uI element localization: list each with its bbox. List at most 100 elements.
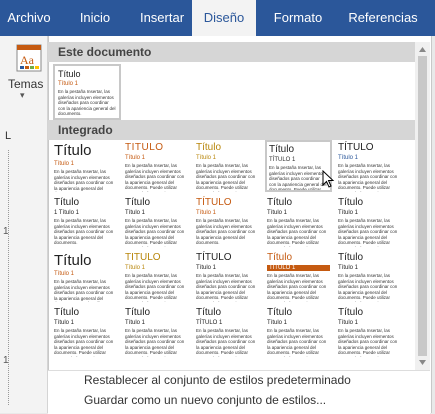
scroll-down-icon <box>419 360 426 365</box>
style-thumbnail[interactable]: Título Título 1 En la pestaña Insertar, la… <box>265 305 332 357</box>
style-heading: TÍTULO 1 <box>196 320 223 326</box>
style-body: En la pestaña Insertar, las galerías inc… <box>125 328 185 357</box>
themes-icon-text: Aa <box>20 53 35 67</box>
style-heading: Título 1 <box>267 320 288 326</box>
style-body: En la pestaña Insertar, las galerías inc… <box>125 218 185 247</box>
style-title: Título <box>196 142 222 153</box>
vertical-ruler <box>8 150 13 405</box>
style-thumbnail[interactable]: TÍTULO Título 1 En la pestaña Insertar, la… <box>194 195 261 247</box>
style-heading: Título 1 <box>338 320 359 326</box>
style-title: Título <box>125 197 151 208</box>
style-heading: Título 1 <box>54 271 75 277</box>
style-heading: 1 Título 1 <box>54 210 79 216</box>
style-title: Título <box>58 69 81 79</box>
style-title: TITULO <box>125 142 164 153</box>
style-heading: Título 1 <box>196 210 217 216</box>
style-heading: Título 1 <box>125 210 146 216</box>
style-title: Título <box>125 307 151 318</box>
scroll-up-icon <box>419 47 426 52</box>
style-body: En la pestaña Insertar, las galerías inc… <box>338 218 398 247</box>
style-thumbnail[interactable]: Título Título 1 En la pestaña Insertar, la… <box>336 195 403 247</box>
style-heading: TÍTULO 1 <box>269 157 296 163</box>
style-thumbnail[interactable]: Título Título 1 En la pestaña Insertar, la… <box>336 250 403 302</box>
style-heading: Título 1 <box>338 265 359 271</box>
themes-button-label[interactable]: Temas <box>8 77 43 91</box>
style-thumbnail[interactable]: TÍTULO Título 1 En la pestaña Insertar, la… <box>194 250 261 302</box>
style-title: Título <box>196 307 222 318</box>
style-heading: Título 1 <box>125 320 146 326</box>
style-body: En la pestaña Insertar, las galerías inc… <box>267 273 327 302</box>
style-thumbnail-current[interactable]: Título Título 1 En la pestaña Insertar, … <box>53 64 121 120</box>
style-heading: Título 1 <box>58 81 79 87</box>
style-thumbnail[interactable]: Título TÍTULO 1 En la pestaña Insertar, la… <box>194 305 261 357</box>
style-heading: TÍTULO 1 <box>267 265 330 271</box>
mouse-cursor-icon <box>322 169 336 193</box>
style-heading: Título 1 <box>125 155 146 161</box>
style-title: Título <box>269 144 295 155</box>
ruler-tab-marker[interactable]: L <box>5 130 11 142</box>
style-body: En la pestaña Insertar, las galerías inc… <box>54 328 114 357</box>
style-body: En la pestaña Insertar, las galerías inc… <box>267 328 327 357</box>
style-heading: Título 1 <box>196 155 217 161</box>
style-heading: Título 1 <box>54 161 75 167</box>
style-title: Título <box>267 307 293 318</box>
tab-inicio[interactable]: Inicio <box>72 0 118 36</box>
style-title: TÍTULO <box>196 197 232 208</box>
style-body: En la pestaña Insertar, las galerías inc… <box>196 163 256 192</box>
save-style-set-menu-item[interactable]: Guardar como un nuevo conjunto de estilo… <box>84 393 326 407</box>
style-body: En la pestaña Insertar, las galerías inc… <box>58 89 116 116</box>
style-thumbnail[interactable]: TITULO Título 1 En la pestaña Insertar, la… <box>123 140 190 192</box>
tab-diseno[interactable]: Diseño <box>192 0 256 36</box>
ribbon-tab-bar: Archivo Inicio Insertar Diseño Formato R… <box>0 0 435 36</box>
style-title: Título <box>338 252 364 263</box>
style-thumbnail[interactable]: Título Título 1 En la pestaña Insertar, la… <box>336 305 403 357</box>
style-body: En la pestaña Insertar, las galerías inc… <box>54 169 114 192</box>
style-title: Título <box>54 142 92 159</box>
ruler-number: 1 <box>3 226 9 237</box>
style-title: Título <box>338 307 364 318</box>
style-body: En la pestaña Insertar, las galerías inc… <box>338 328 398 357</box>
tab-archivo[interactable]: Archivo <box>0 0 58 36</box>
style-body: En la pestaña Insertar, las galerías inc… <box>338 163 398 192</box>
style-heading: Título 1 <box>267 210 288 216</box>
chevron-down-icon[interactable]: ▾ <box>20 90 25 101</box>
tab-referencias[interactable]: Referencias <box>338 0 428 36</box>
style-thumbnail[interactable]: Título Título 1 En la pestaña Insertar, la… <box>52 140 119 192</box>
ruler-number: 1 <box>3 355 9 366</box>
style-thumbnail[interactable]: Título Título 1 En la pestaña Insertar, la… <box>52 250 119 302</box>
style-body: En la pestaña Insertar, las galerías inc… <box>196 328 256 357</box>
reset-styles-menu-item[interactable]: Restablecer al conjunto de estilos prede… <box>84 373 351 387</box>
style-title: TÍTULO <box>338 142 374 153</box>
style-body: En la pestaña Insertar, las galerías inc… <box>54 279 114 302</box>
style-body: En la pestaña Insertar, las galerías inc… <box>196 273 256 302</box>
tab-formato[interactable]: Formato <box>262 0 334 36</box>
style-thumbnail[interactable]: Título Título 1 En la pestaña Insertar, la… <box>194 140 261 192</box>
style-title: Título <box>267 252 293 263</box>
style-title: TITULO <box>125 252 161 263</box>
style-title: Título <box>338 197 364 208</box>
style-heading: Título 1 <box>196 265 217 271</box>
style-thumbnail[interactable]: TITULO Título 1 En la pestaña Insertar, la… <box>123 250 190 302</box>
style-thumbnail[interactable]: Título Título 1 En la pestaña Insertar, la… <box>123 195 190 247</box>
style-title: Título <box>267 197 293 208</box>
style-title: Título <box>54 307 80 318</box>
style-body: En la pestaña Insertar, las galerías inc… <box>196 218 256 245</box>
style-body: En la pestaña Insertar, las galerías inc… <box>125 273 185 302</box>
style-thumbnail[interactable]: Título TÍTULO 1 En la pestaña Insertar, la… <box>265 250 332 302</box>
style-thumbnail[interactable]: Título Título 1 En la pestaña Insertar, la… <box>123 305 190 357</box>
themes-icon[interactable]: Aa <box>16 44 42 72</box>
style-body: En la pestaña Insertar, las galerías inc… <box>267 218 327 247</box>
section-header-este-documento: Este documento <box>48 42 415 62</box>
style-body: En la pestaña Insertar, las galerías inc… <box>54 218 114 245</box>
style-thumbnail[interactable]: TÍTULO Título 1 En la pestaña Insertar, la… <box>336 140 403 192</box>
style-title: TÍTULO <box>196 252 232 263</box>
style-thumbnail[interactable]: Título 1 Título 1 En la pestaña Insertar, … <box>52 195 119 247</box>
gallery-scrollbar[interactable] <box>415 42 430 370</box>
style-thumbnail[interactable]: Título Título 1 En la pestaña Insertar, la… <box>52 305 119 357</box>
style-body: En la pestaña Insertar, las galerías inc… <box>125 163 185 192</box>
style-heading: Título 1 <box>54 320 75 326</box>
style-title: Título <box>54 197 80 208</box>
tab-insertar[interactable]: Insertar <box>130 0 194 36</box>
style-heading: Título 1 <box>338 155 359 161</box>
style-thumbnail[interactable]: Título Título 1 En la pestaña Insertar, la… <box>265 195 332 247</box>
